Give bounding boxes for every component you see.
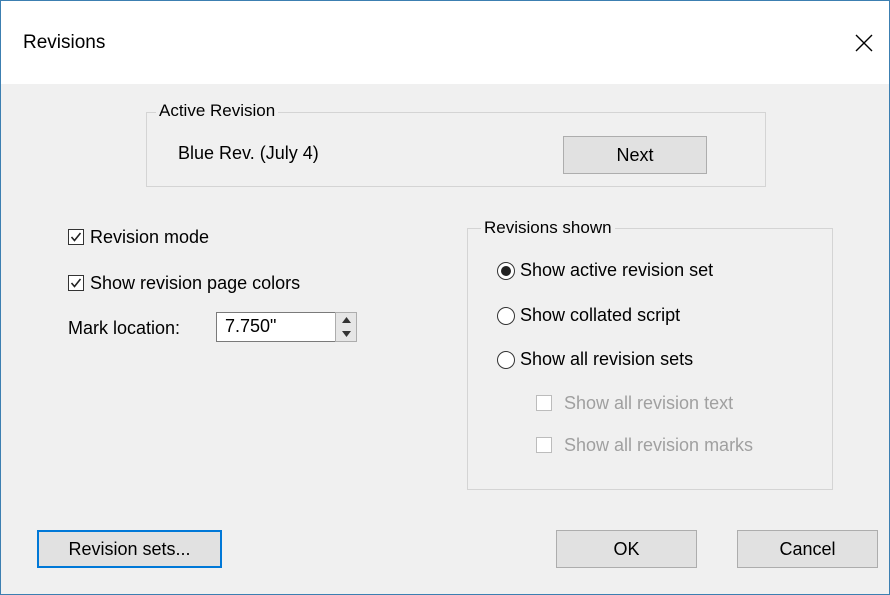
active-set-label[interactable]: Show active revision set: [520, 259, 713, 281]
spin-down-icon: [341, 331, 351, 337]
close-button[interactable]: [839, 21, 889, 65]
collated-script-label[interactable]: Show collated script: [520, 304, 680, 326]
revision-mode-checkbox[interactable]: [68, 229, 84, 245]
spin-down-button[interactable]: [336, 327, 356, 341]
all-revision-marks-checkbox[interactable]: [536, 437, 552, 453]
close-icon: [855, 34, 873, 52]
all-revision-text-label[interactable]: Show all revision text: [564, 392, 733, 414]
radio-selected-dot: [501, 266, 511, 276]
all-sets-radio[interactable]: [497, 351, 515, 369]
dialog-body: Active Revision Blue Rev. (July 4) Next …: [1, 84, 889, 594]
mark-location-field[interactable]: 7.750": [216, 312, 336, 342]
active-revision-name: Blue Rev. (July 4): [178, 143, 319, 163]
all-revision-text-checkbox[interactable]: [536, 395, 552, 411]
mark-location-label: Mark location:: [68, 318, 181, 338]
revisions-dialog: Revisions Active Revision Blue Rev. (Jul…: [0, 0, 890, 595]
page-colors-checkbox[interactable]: [68, 275, 84, 291]
spin-up-button[interactable]: [336, 313, 356, 327]
cancel-button-label: Cancel: [779, 538, 836, 559]
mark-location-spinner[interactable]: [335, 312, 357, 342]
revision-sets-button[interactable]: Revision sets...: [37, 530, 222, 568]
collated-script-radio[interactable]: [497, 307, 515, 325]
ok-button[interactable]: OK: [556, 530, 697, 568]
title-bar: Revisions: [1, 1, 889, 84]
active-set-radio[interactable]: [497, 262, 515, 280]
cancel-button[interactable]: Cancel: [737, 530, 878, 568]
revisions-shown-group-label: Revisions shown: [481, 218, 615, 238]
dialog-title: Revisions: [23, 32, 106, 53]
next-button-label: Next: [616, 144, 654, 165]
revision-sets-button-label: Revision sets...: [68, 538, 191, 559]
revision-mode-label[interactable]: Revision mode: [90, 226, 209, 248]
active-revision-group-label: Active Revision: [156, 101, 279, 121]
checkmark-icon: [70, 278, 82, 288]
all-revision-marks-label[interactable]: Show all revision marks: [564, 434, 753, 456]
ok-button-label: OK: [613, 538, 640, 559]
next-button[interactable]: Next: [563, 136, 707, 174]
page-colors-label[interactable]: Show revision page colors: [90, 272, 300, 294]
all-sets-label[interactable]: Show all revision sets: [520, 348, 693, 370]
checkmark-icon: [70, 232, 82, 242]
spin-up-icon: [341, 317, 351, 323]
